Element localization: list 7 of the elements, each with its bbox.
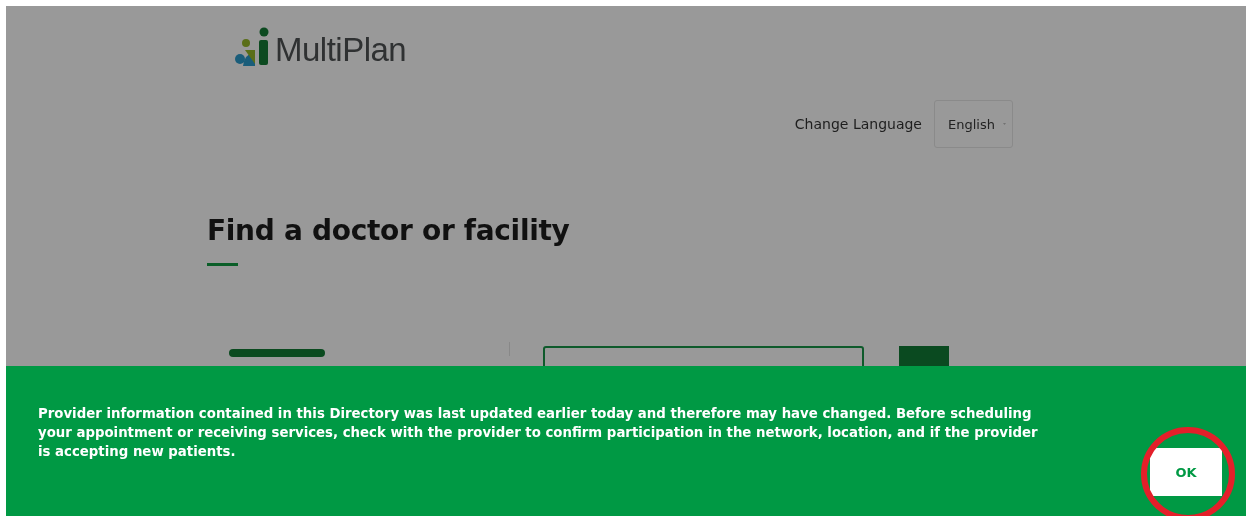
language-select[interactable]: English [934, 100, 1013, 148]
language-label: Change Language [794, 116, 922, 132]
logo-text: MultiPlan [275, 33, 407, 66]
page-heading: Find a doctor or facility [207, 214, 571, 247]
ok-button[interactable]: OK [1150, 448, 1222, 496]
notice-text: Provider information contained in this Directory was last updated earlier today and therefore may have changed. Before scheduling your appointment or receiving services, check with the provider to confirm participation in the network, location, and if the provider is accepting new patients. [38, 405, 1039, 461]
partner-logo-icon [229, 346, 325, 357]
